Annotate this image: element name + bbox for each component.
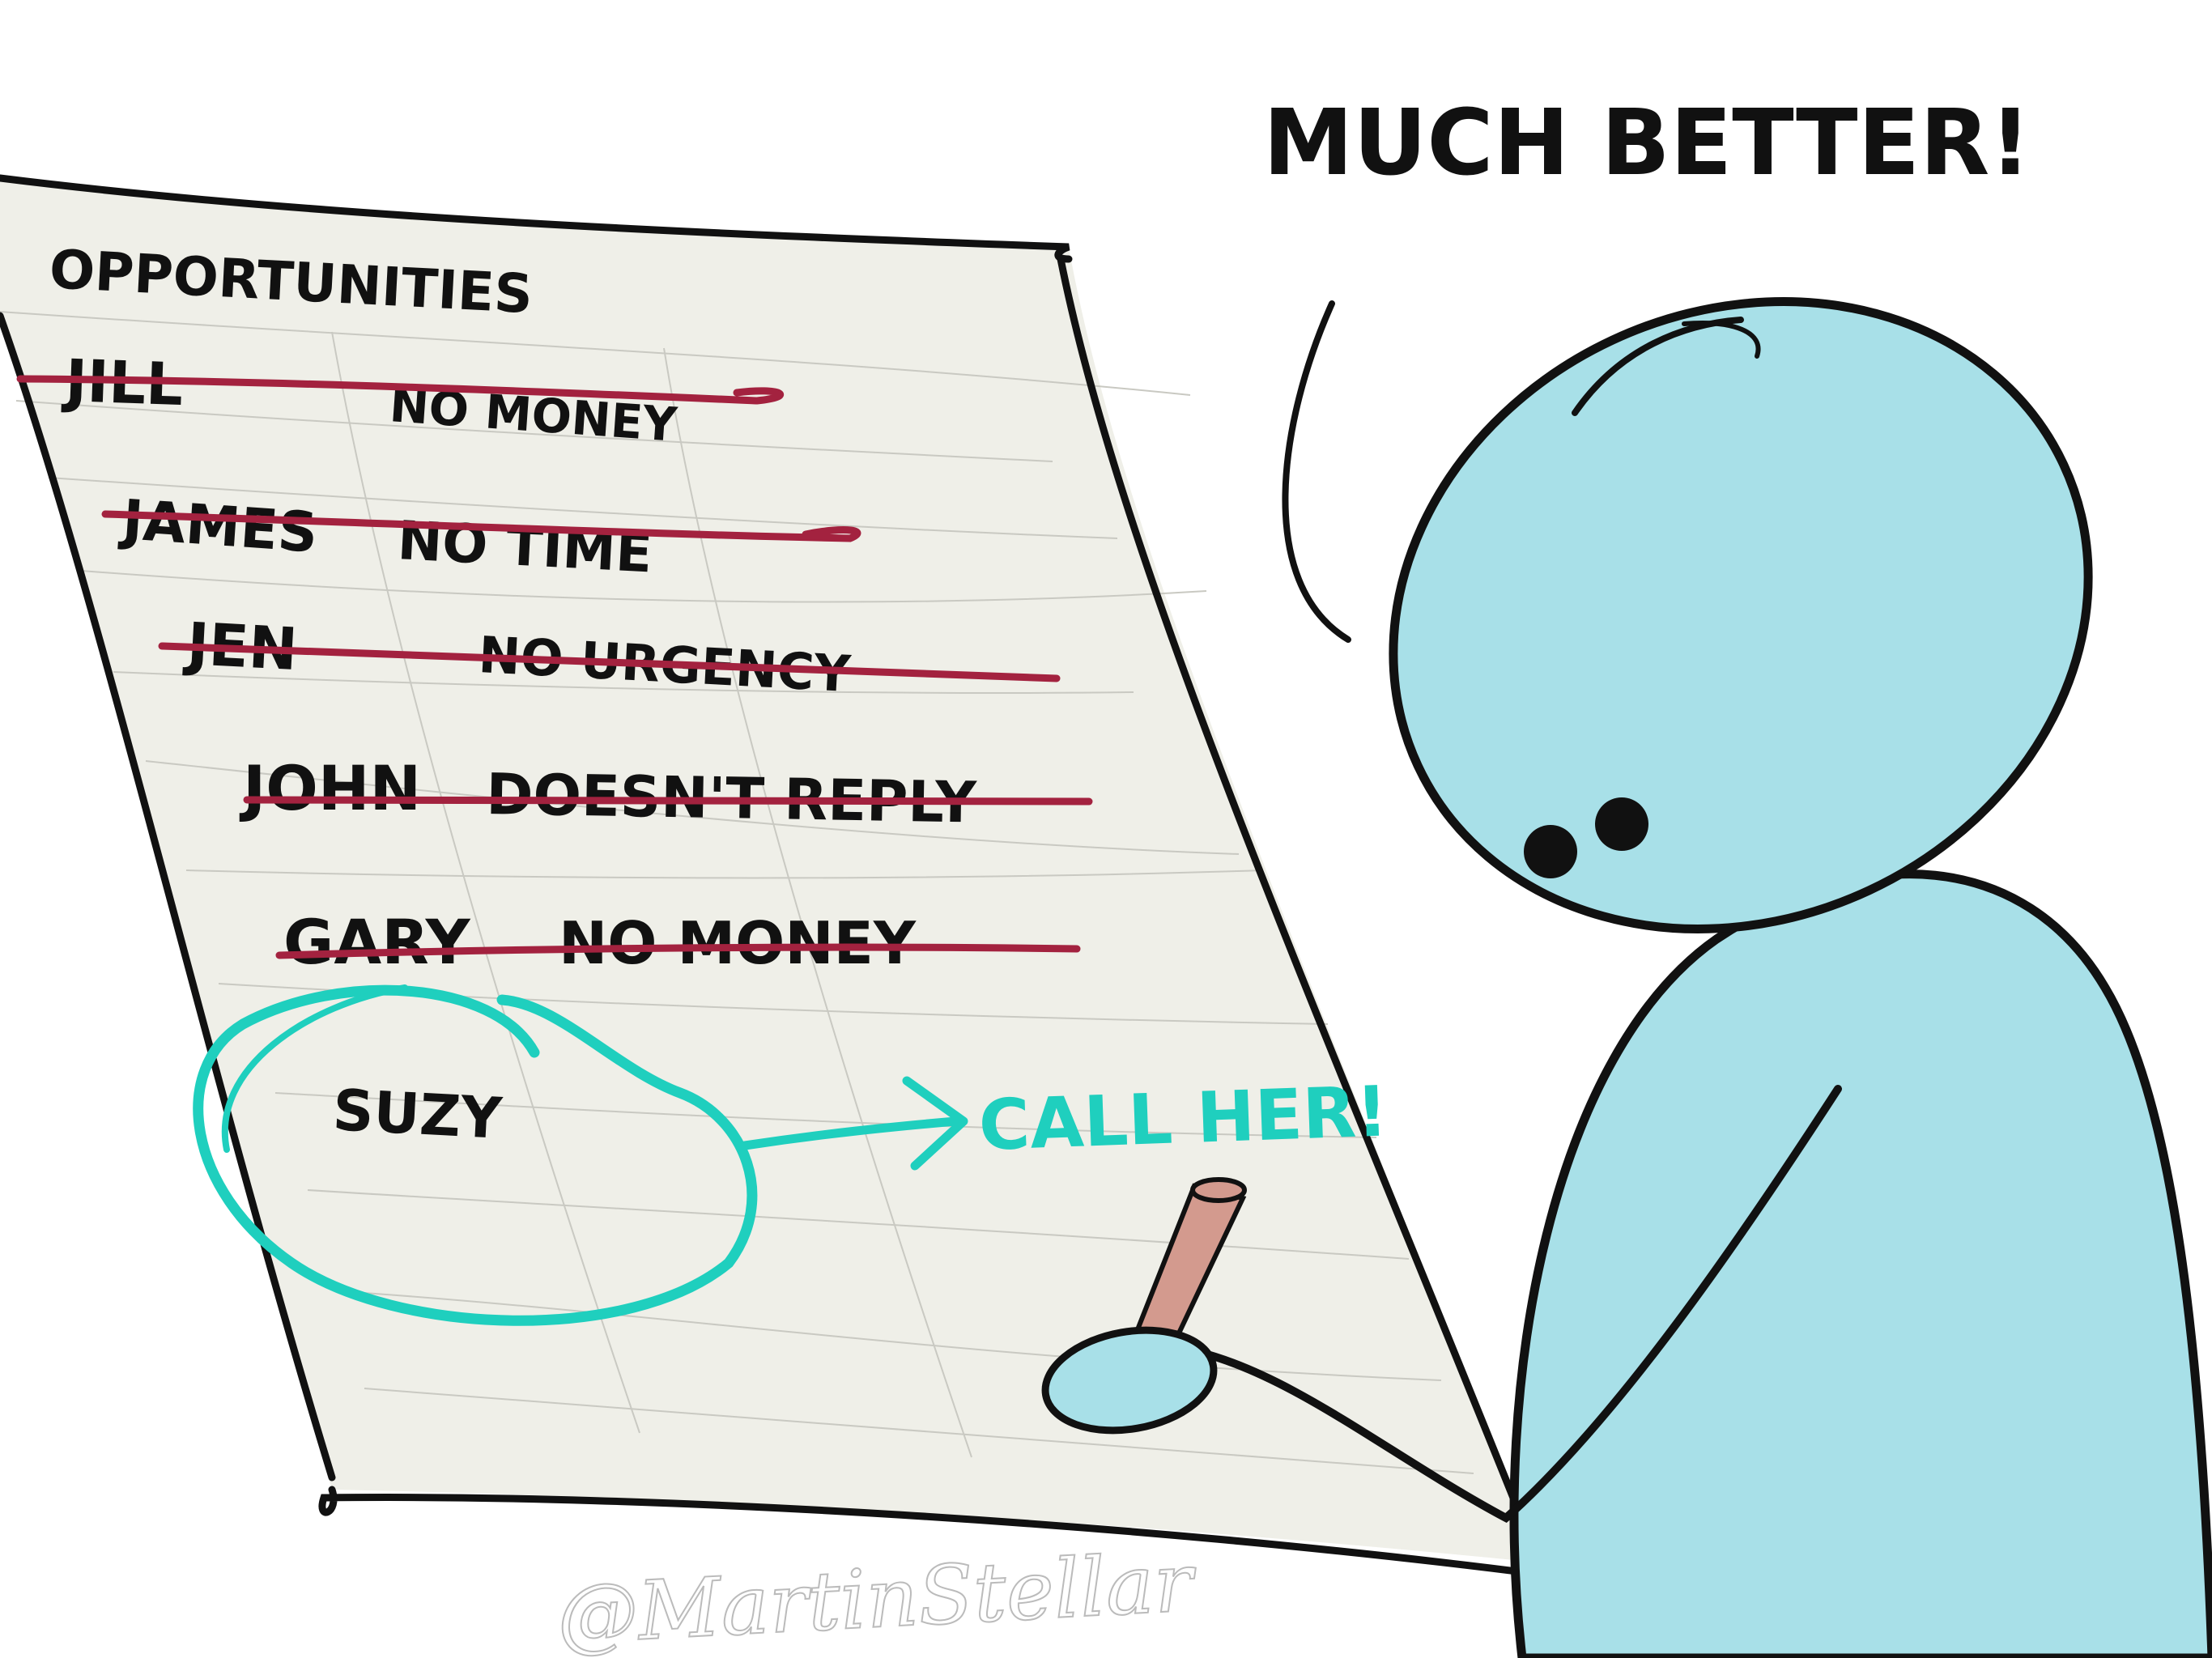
row-reason: NO MONEY: [559, 909, 917, 977]
row-reason: NO TIME: [396, 509, 653, 585]
speech-text: MUCH BETTER!: [1263, 91, 2031, 196]
call-action-label: CALL HER!: [977, 1071, 1389, 1167]
highlighted-name: SUZY: [331, 1077, 504, 1152]
strike-line: [243, 796, 1093, 806]
character-eye: [1595, 797, 1648, 851]
character-eye: [1524, 825, 1577, 878]
row-name: GARY: [283, 906, 471, 978]
paper-body: [0, 178, 1538, 1562]
row-name: JOHN: [239, 752, 421, 824]
signature-text: @MartinStellar: [555, 1535, 1199, 1658]
character-body: [1509, 869, 2212, 1658]
paper-sheet: [0, 174, 1546, 1579]
illustration: OPPORTUNITIES JILL NO MONEY JAMES NO TIM…: [0, 91, 2212, 1658]
speech-tail: [1282, 300, 1351, 643]
